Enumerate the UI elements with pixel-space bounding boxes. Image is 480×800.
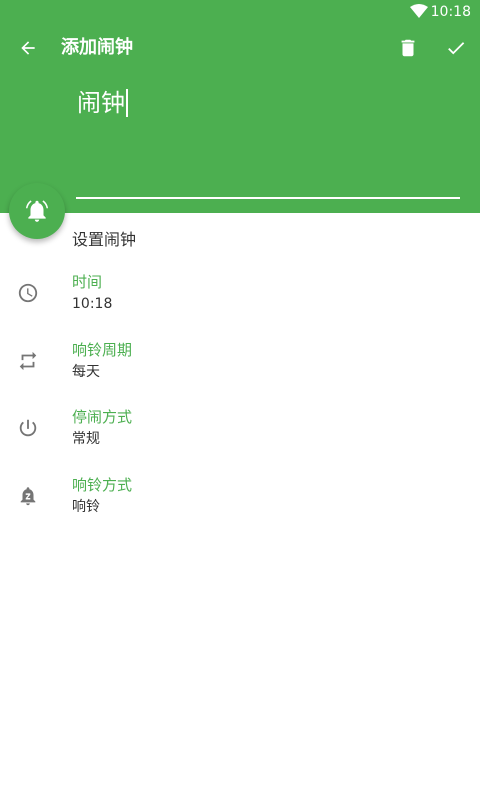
setting-row-ring-method[interactable]: 响铃方式 响铃 — [0, 475, 480, 529]
repeat-icon — [19, 351, 37, 371]
setting-value-ring-method: 响铃 — [72, 499, 100, 515]
arrow-back-icon — [21, 41, 35, 55]
wifi-icon — [410, 4, 428, 18]
text-caret — [126, 89, 128, 117]
page-title: 添加闹钟 — [61, 37, 133, 58]
delete-button[interactable] — [390, 30, 426, 66]
setting-value-time: 10:18 — [72, 296, 113, 312]
status-bar: 10:18 — [0, 0, 480, 24]
alarm-snooze-icon — [20, 487, 36, 506]
back-button[interactable] — [10, 30, 46, 66]
check-icon — [448, 42, 465, 55]
alarm-bell-icon — [25, 200, 49, 222]
setting-row-repeat[interactable]: 响铃周期 每天 — [0, 340, 480, 394]
header-area: 10:18 添加闹钟 闹钟 — [0, 0, 480, 213]
setting-label-stop-method: 停闹方式 — [72, 408, 133, 426]
section-title: 设置闹钟 — [72, 230, 137, 249]
alarm-name-text: 闹钟 — [77, 89, 125, 117]
power-icon — [19, 419, 37, 437]
setting-label-repeat: 响铃周期 — [72, 341, 133, 359]
setting-label-time: 时间 — [72, 273, 103, 291]
clock-icon — [18, 283, 38, 303]
alarm-name-input[interactable]: 闹钟 — [77, 86, 437, 120]
input-underline — [76, 197, 460, 199]
setting-value-stop-method: 常规 — [72, 431, 100, 447]
setting-label-ring-method: 响铃方式 — [72, 476, 133, 494]
setting-row-time[interactable]: 时间 10:18 — [0, 272, 480, 326]
alarm-fab[interactable] — [9, 183, 65, 239]
status-time: 10:18 — [430, 4, 471, 20]
setting-row-stop-method[interactable]: 停闹方式 常规 — [0, 407, 480, 461]
confirm-button[interactable] — [438, 30, 474, 66]
setting-value-repeat: 每天 — [72, 364, 100, 380]
trash-icon — [401, 39, 415, 57]
